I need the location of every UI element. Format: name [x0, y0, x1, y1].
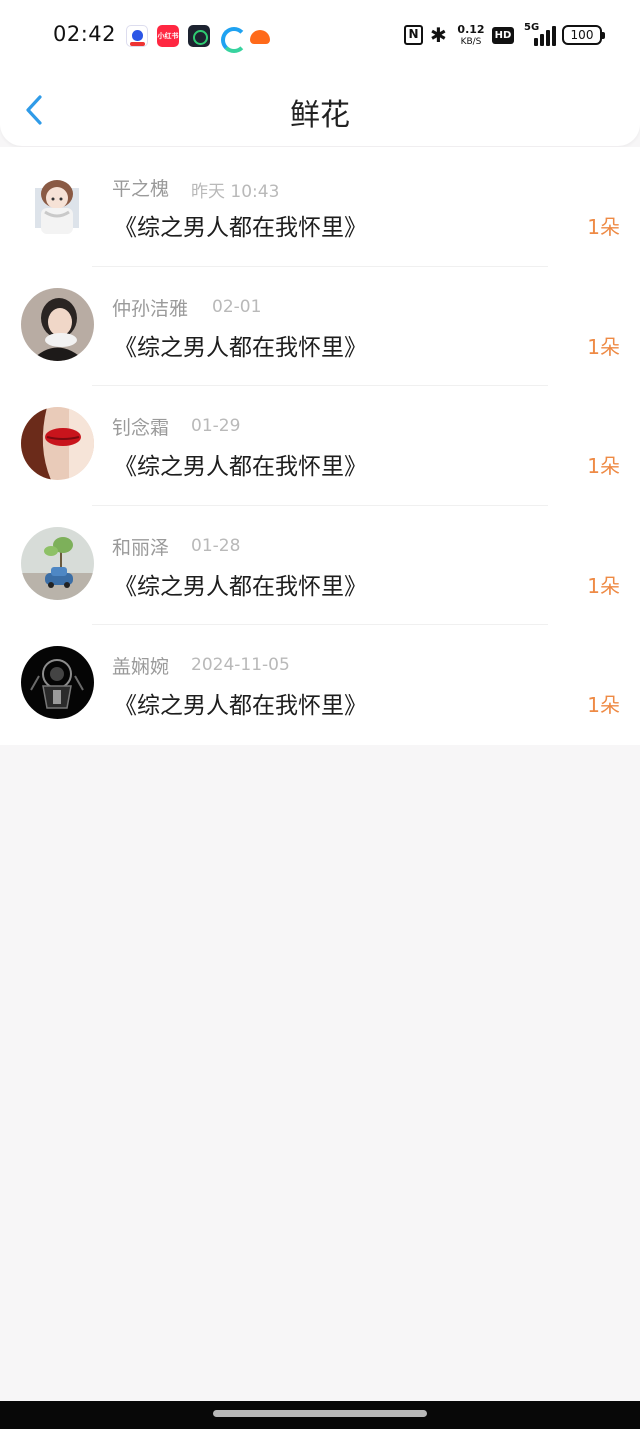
page-title: 鲜花 — [290, 98, 350, 133]
hd-badge: HD — [492, 27, 514, 44]
bluetooth-icon: ✱ — [430, 23, 447, 47]
record-date: 02-01 — [212, 296, 262, 317]
network-speed: 0.12 KB/S — [456, 24, 486, 48]
book-title: 《综之男人都在我怀里》 — [114, 454, 367, 481]
flower-count: 1朵 — [587, 334, 620, 359]
flower-record[interactable]: 仲孙洁雅 02-01 《综之男人都在我怀里》 1朵 — [0, 267, 640, 387]
flower-record[interactable]: 和丽泽 01-28 《综之男人都在我怀里》 1朵 — [0, 506, 640, 626]
browser-app-icon — [219, 25, 247, 53]
flower-list: 平之槐 昨天 10:43 《综之男人都在我怀里》 1朵 仲孙洁雅 02-01 《… — [0, 147, 640, 745]
nav-bar: 鲜花 — [0, 72, 640, 146]
book-title: 《综之男人都在我怀里》 — [114, 334, 367, 361]
battery-icon: 100 — [562, 25, 605, 45]
flower-count: 1朵 — [587, 454, 620, 479]
record-date: 昨天 10:43 — [191, 182, 280, 202]
flower-count: 1朵 — [587, 215, 620, 239]
status-bar: 02:42 小红书 N ✱ 0.12 KB/S HD 5G 100 — [0, 0, 640, 72]
sender-name: 和丽泽 — [112, 536, 170, 559]
signal-icon — [528, 26, 556, 46]
record-date: 01-28 — [191, 535, 241, 556]
flower-count: 1朵 — [587, 573, 620, 598]
sender-name: 平之槐 — [112, 178, 170, 200]
status-time: 02:42 — [53, 22, 117, 46]
record-date: 01-29 — [191, 416, 241, 437]
sender-name: 仲孙洁雅 — [112, 297, 189, 320]
avatar[interactable] — [21, 407, 94, 481]
network-speed-value: 0.12 — [457, 23, 485, 36]
flower-record[interactable]: 盖娴婉 2024-11-05 《综之男人都在我怀里》 1朵 — [0, 625, 640, 745]
book-title: 《综之男人都在我怀里》 — [114, 215, 367, 241]
avatar[interactable] — [21, 526, 94, 600]
record-date: 2024-11-05 — [191, 655, 290, 676]
taobao-app-icon — [249, 25, 271, 47]
baidu-app-icon — [126, 25, 148, 47]
xiaohongshu-app-icon: 小红书 — [157, 25, 179, 47]
home-indicator[interactable] — [213, 1410, 427, 1417]
flower-record[interactable]: 钊念霜 01-29 《综之男人都在我怀里》 1朵 — [0, 386, 640, 506]
game-app-icon — [188, 25, 210, 47]
sender-name: 盖娴婉 — [112, 656, 170, 679]
screen: 02:42 小红书 N ✱ 0.12 KB/S HD 5G 100 鲜花 平之槐… — [0, 0, 640, 1429]
network-speed-unit: KB/S — [460, 37, 482, 47]
flower-count: 1朵 — [587, 693, 620, 718]
avatar[interactable] — [21, 168, 94, 241]
book-title: 《综之男人都在我怀里》 — [114, 693, 367, 720]
flower-record[interactable]: 平之槐 昨天 10:43 《综之男人都在我怀里》 1朵 — [0, 147, 640, 267]
avatar[interactable] — [21, 646, 94, 720]
book-title: 《综之男人都在我怀里》 — [114, 573, 367, 600]
sender-name: 钊念霜 — [112, 417, 170, 440]
avatar[interactable] — [21, 287, 94, 361]
nfc-icon: N — [404, 25, 423, 45]
